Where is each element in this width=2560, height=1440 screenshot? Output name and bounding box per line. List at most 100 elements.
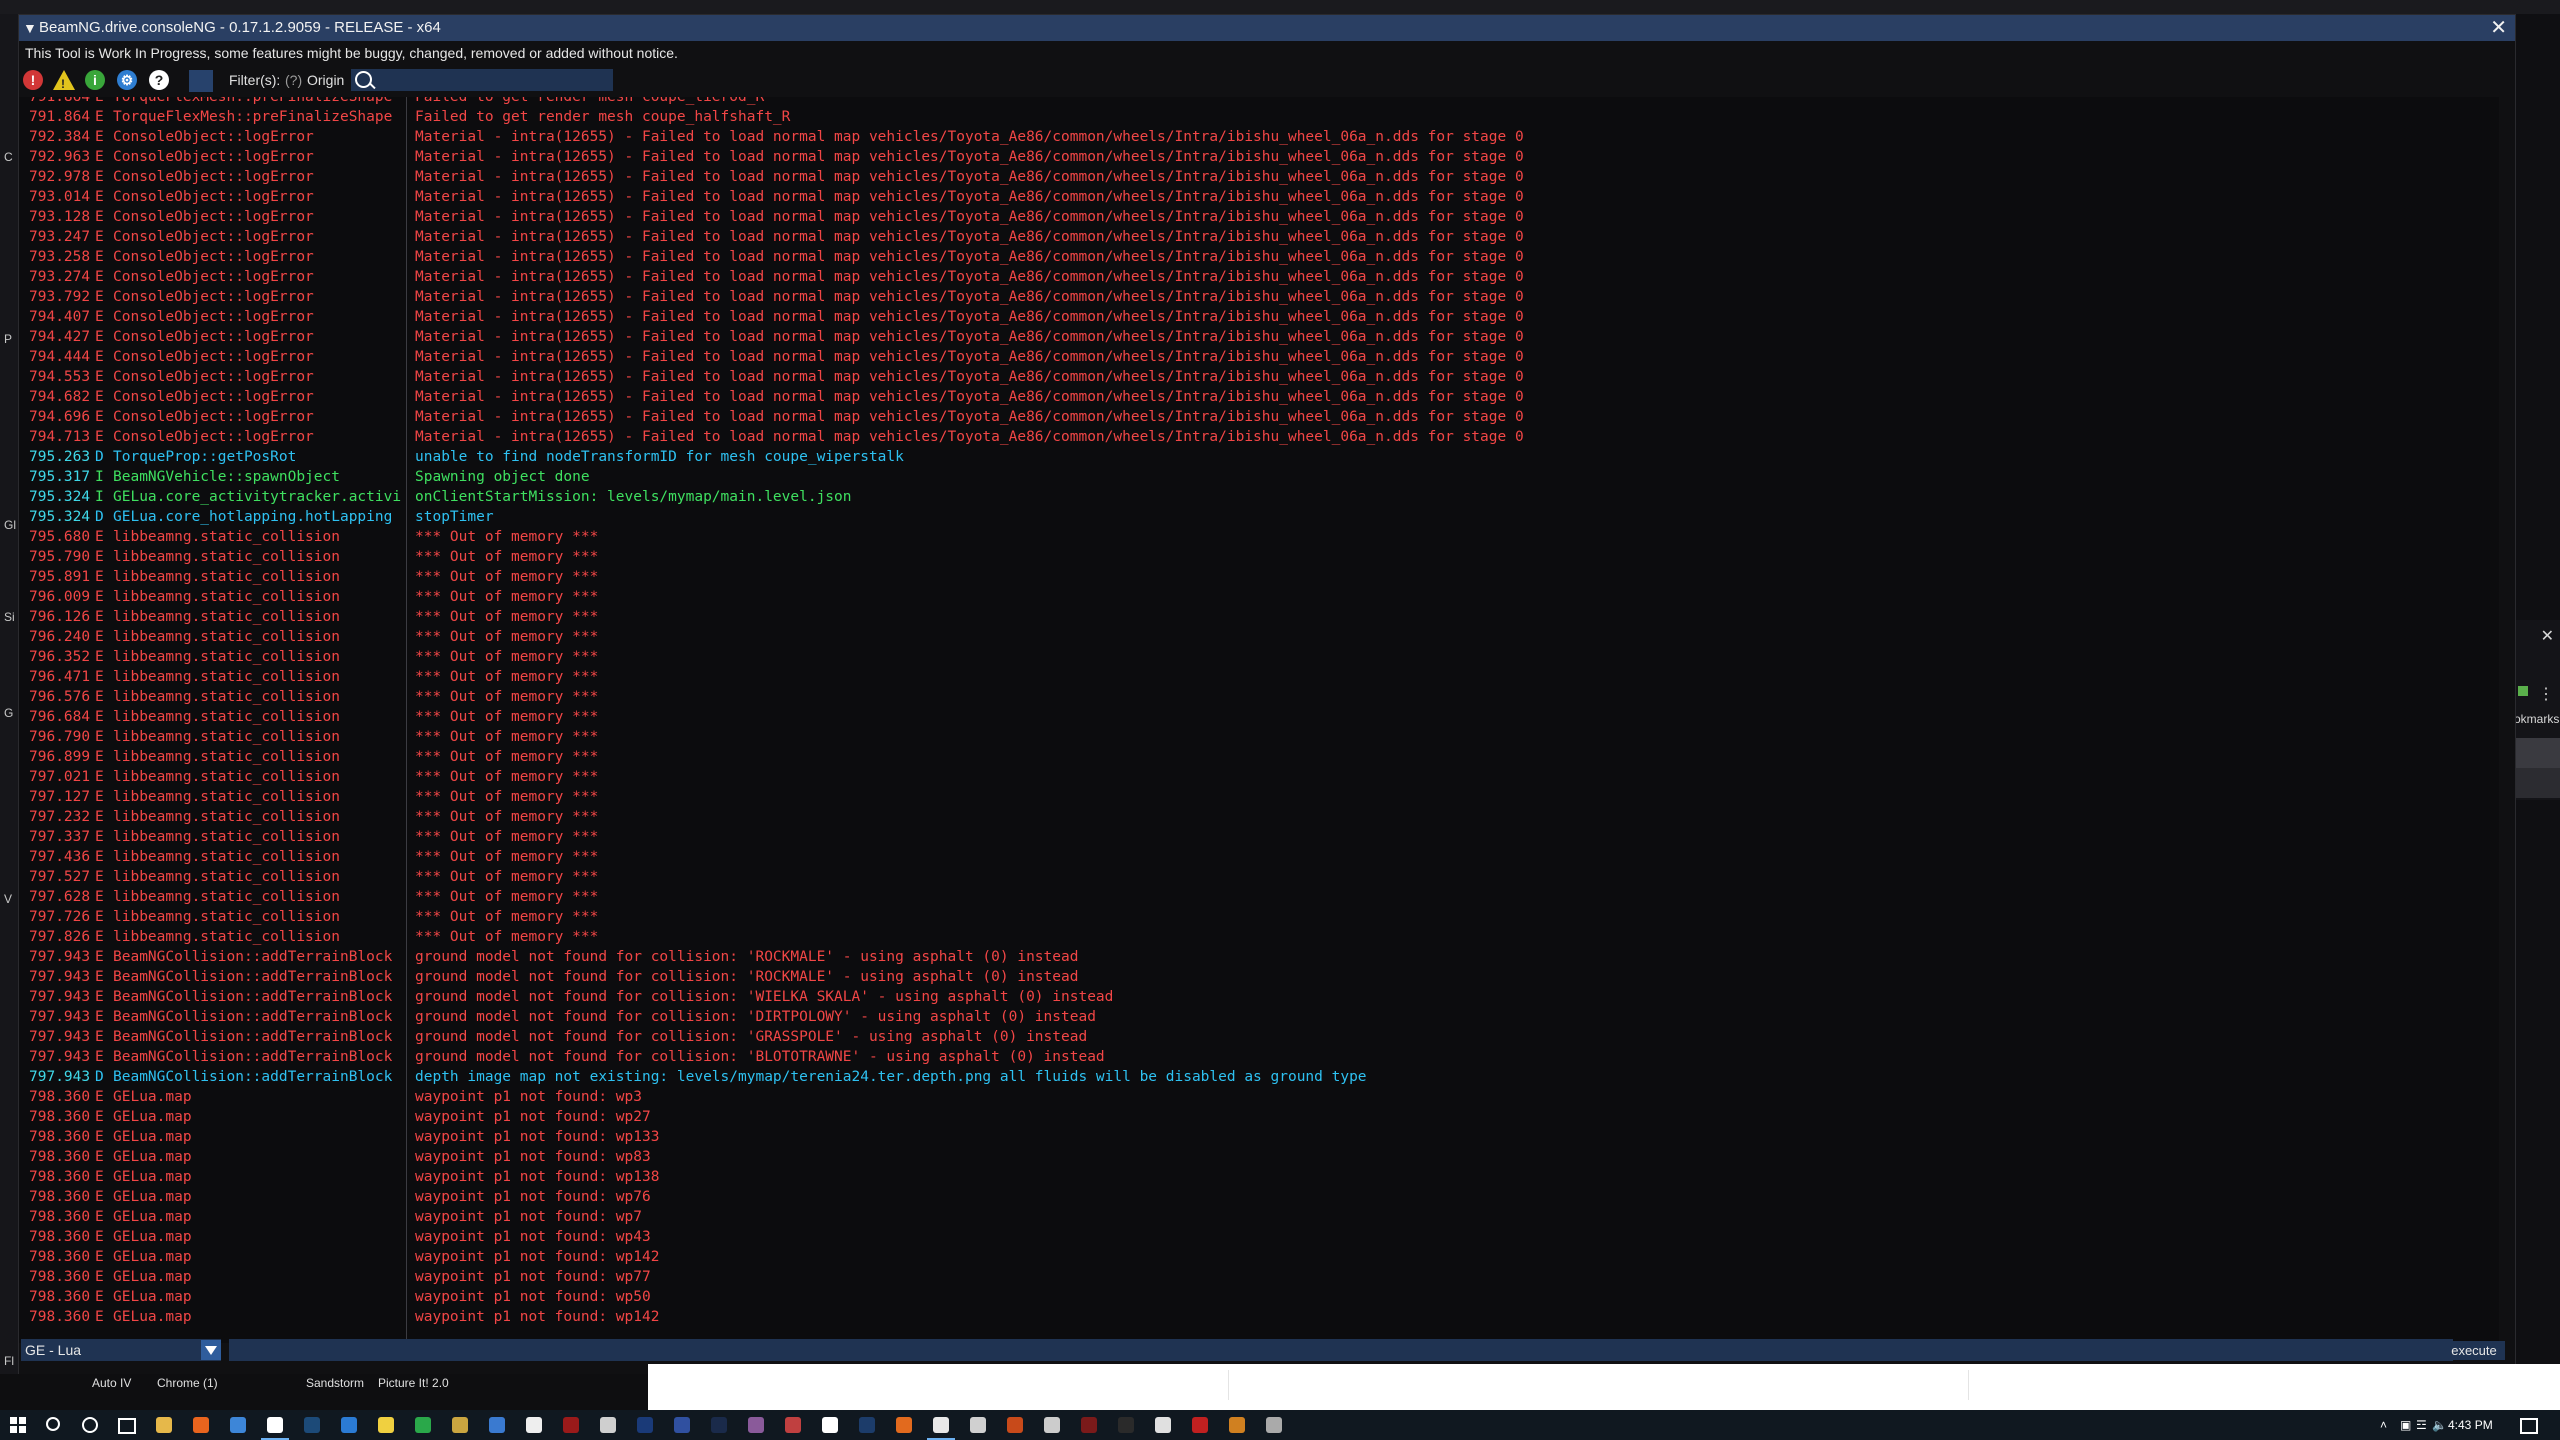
log-row[interactable]: 798.360 E GELua.map waypoint p1 not found: …: [19, 1267, 2499, 1287]
log-row[interactable]: 794.696 E ConsoleObject::logError Material …: [19, 407, 2499, 427]
log-row[interactable]: 797.232 Elibbeamng.static_collision *** Ou…: [19, 807, 2499, 827]
taskbar-app-icon[interactable]: [1155, 1417, 1171, 1433]
desktop-icon-label[interactable]: C: [4, 150, 13, 164]
taskbar-app-icon[interactable]: [563, 1417, 579, 1433]
taskbar-app-icon[interactable]: [1192, 1417, 1208, 1433]
collapse-arrow-icon[interactable]: ▼: [23, 15, 37, 41]
desktop-icon-label[interactable]: Gl: [4, 518, 16, 532]
taskbar-app-icon[interactable]: [711, 1417, 727, 1433]
log-row[interactable]: 797.943 E BeamNGCollision::addTerrainBlock…: [19, 947, 2499, 967]
log-row[interactable]: 796.684 Elibbeamng.static_collision *** Ou…: [19, 707, 2499, 727]
log-row[interactable]: 798.360 E GELua.map waypoint p1 not found: …: [19, 1127, 2499, 1147]
taskbar-app-icon[interactable]: [526, 1417, 542, 1433]
log-row[interactable]: 797.943 E BeamNGCollision::addTerrainBlock…: [19, 1047, 2499, 1067]
log-row[interactable]: 797.628 Elibbeamng.static_collision *** Ou…: [19, 887, 2499, 907]
chevron-up-icon[interactable]: ˄: [2380, 1418, 2387, 1432]
log-row[interactable]: 797.943 E BeamNGCollision::addTerrainBlock…: [19, 1027, 2499, 1047]
log-row[interactable]: 797.436 Elibbeamng.static_collision *** Ou…: [19, 847, 2499, 867]
log-row[interactable]: 796.576 Elibbeamng.static_collision *** Ou…: [19, 687, 2499, 707]
log-row[interactable]: 794.713 E ConsoleObject::logError Material …: [19, 427, 2499, 447]
taskbar-app-icon[interactable]: [1266, 1417, 1282, 1433]
log-row[interactable]: 793.247 E ConsoleObject::logError Material …: [19, 227, 2499, 247]
log-row[interactable]: 798.360 E GELua.map waypoint p1 not found: …: [19, 1207, 2499, 1227]
taskbar-app-icon[interactable]: [600, 1417, 616, 1433]
app-label[interactable]: Sandstorm: [306, 1376, 364, 1390]
close-icon[interactable]: ✕: [2490, 15, 2507, 41]
extension-icon[interactable]: [2518, 686, 2528, 696]
log-row[interactable]: 795.317 I BeamNGVehicle::spawnObject Spawni…: [19, 467, 2499, 487]
log-row[interactable]: 795.263 D TorqueProp::getPosRot unable to f…: [19, 447, 2499, 467]
log-row[interactable]: 796.126 Elibbeamng.static_collision *** Ou…: [19, 607, 2499, 627]
log-row[interactable]: 795.891 Elibbeamng.static_collision *** Ou…: [19, 567, 2499, 587]
task-view-icon[interactable]: [118, 1418, 136, 1434]
volume-icon[interactable]: 🔈: [2432, 1418, 2447, 1432]
log-row[interactable]: 794.553 E ConsoleObject::logError Material …: [19, 367, 2499, 387]
log-row[interactable]: 795.324 D GELua.core_hotlapping.hotLapping…: [19, 507, 2499, 527]
log-row[interactable]: 797.527 Elibbeamng.static_collision *** Ou…: [19, 867, 2499, 887]
execute-button[interactable]: execute: [2443, 1341, 2505, 1360]
search-icon[interactable]: [46, 1417, 60, 1431]
log-row[interactable]: 796.471 Elibbeamng.static_collision *** Ou…: [19, 667, 2499, 687]
wifi-icon[interactable]: ☲: [2416, 1418, 2427, 1432]
title-bar[interactable]: ▼ BeamNG.drive.consoleNG - 0.17.1.2.9059…: [19, 15, 2515, 41]
taskbar-app-icon[interactable]: [452, 1417, 468, 1433]
cortana-icon[interactable]: [82, 1417, 98, 1433]
log-row[interactable]: 797.943 E BeamNGCollision::addTerrainBlock…: [19, 987, 2499, 1007]
taskbar-app-icon[interactable]: [1229, 1417, 1245, 1433]
log-row[interactable]: 797.826 Elibbeamng.static_collision *** Ou…: [19, 927, 2499, 947]
log-row[interactable]: 798.360 E GELua.map waypoint p1 not found: …: [19, 1287, 2499, 1307]
command-input[interactable]: [229, 1339, 2453, 1361]
log-row[interactable]: 796.790 Elibbeamng.static_collision *** Ou…: [19, 727, 2499, 747]
windows-start-icon[interactable]: [10, 1417, 26, 1433]
toggle-button[interactable]: [189, 70, 213, 92]
log-row[interactable]: 795.680 Elibbeamng.static_collision *** Ou…: [19, 527, 2499, 547]
log-row[interactable]: 798.360 E GELua.map waypoint p1 not found: …: [19, 1167, 2499, 1187]
log-row[interactable]: 798.360 E GELua.map waypoint p1 not found: …: [19, 1247, 2499, 1267]
log-row[interactable]: 797.943 E BeamNGCollision::addTerrainBlock…: [19, 967, 2499, 987]
log-row[interactable]: 798.360 E GELua.map waypoint p1 not found: …: [19, 1187, 2499, 1207]
log-row[interactable]: 792.963 E ConsoleObject::logError Material …: [19, 147, 2499, 167]
log-row[interactable]: 798.360 E GELua.map waypoint p1 not found: …: [19, 1307, 2499, 1327]
taskbar-app-icon[interactable]: [378, 1417, 394, 1433]
log-output[interactable]: 791.864 E TorqueFlexMesh::preFinalizeShape…: [19, 97, 2499, 1343]
network-icon[interactable]: ▣: [2400, 1418, 2411, 1432]
taskbar-app-icon[interactable]: [415, 1417, 431, 1433]
background-window[interactable]: ✕ ⋮ okmarks: [2512, 620, 2560, 800]
desktop-icon-label[interactable]: V: [4, 892, 12, 906]
info-filter-icon[interactable]: i: [85, 70, 105, 90]
taskbar-app-icon[interactable]: [261, 1417, 289, 1440]
error-filter-icon[interactable]: !: [23, 70, 43, 90]
log-row[interactable]: 798.360 E GELua.map waypoint p1 not found: …: [19, 1087, 2499, 1107]
taskbar-app-icon[interactable]: [1044, 1417, 1060, 1433]
close-icon[interactable]: ✕: [2541, 626, 2554, 646]
log-row[interactable]: 794.682 E ConsoleObject::logError Material …: [19, 387, 2499, 407]
taskbar-app-icon[interactable]: [230, 1417, 246, 1433]
log-row[interactable]: 796.240 Elibbeamng.static_collision *** Ou…: [19, 627, 2499, 647]
log-row[interactable]: 798.360 E GELua.map waypoint p1 not found: …: [19, 1107, 2499, 1127]
log-row[interactable]: 797.943 D BeamNGCollision::addTerrainBlock…: [19, 1067, 2499, 1087]
log-row[interactable]: 794.427 E ConsoleObject::logError Material …: [19, 327, 2499, 347]
taskbar-app-icon[interactable]: [193, 1417, 209, 1433]
chevron-down-icon[interactable]: [201, 1340, 221, 1360]
log-row[interactable]: 791.864 E TorqueFlexMesh::preFinalizeShape…: [19, 107, 2499, 127]
taskbar-app-icon[interactable]: [927, 1417, 955, 1440]
log-row[interactable]: 798.360 E GELua.map waypoint p1 not found: …: [19, 1147, 2499, 1167]
taskbar-app-icon[interactable]: [489, 1417, 505, 1433]
log-row[interactable]: 797.337 Elibbeamng.static_collision *** Ou…: [19, 827, 2499, 847]
app-label[interactable]: Chrome (1): [157, 1376, 218, 1390]
help-icon[interactable]: ?: [149, 70, 169, 90]
desktop-icon-label[interactable]: P: [4, 332, 12, 346]
filter-search-input[interactable]: [351, 69, 613, 91]
log-row[interactable]: 793.128 E ConsoleObject::logError Material …: [19, 207, 2499, 227]
taskbar-app-icon[interactable]: [1007, 1417, 1023, 1433]
bookmarks-label[interactable]: okmarks: [2514, 712, 2559, 726]
taskbar-app-icon[interactable]: [637, 1417, 653, 1433]
log-row[interactable]: 793.792 E ConsoleObject::logError Material …: [19, 287, 2499, 307]
debug-filter-icon[interactable]: ⚙: [117, 70, 137, 90]
taskbar-app-icon[interactable]: [1118, 1417, 1134, 1433]
taskbar-app-icon[interactable]: [970, 1417, 986, 1433]
taskbar-app-icon[interactable]: [156, 1417, 172, 1433]
taskbar-app-icon[interactable]: [859, 1417, 875, 1433]
more-menu-icon[interactable]: ⋮: [2538, 684, 2554, 704]
log-row[interactable]: 793.258 E ConsoleObject::logError Material …: [19, 247, 2499, 267]
